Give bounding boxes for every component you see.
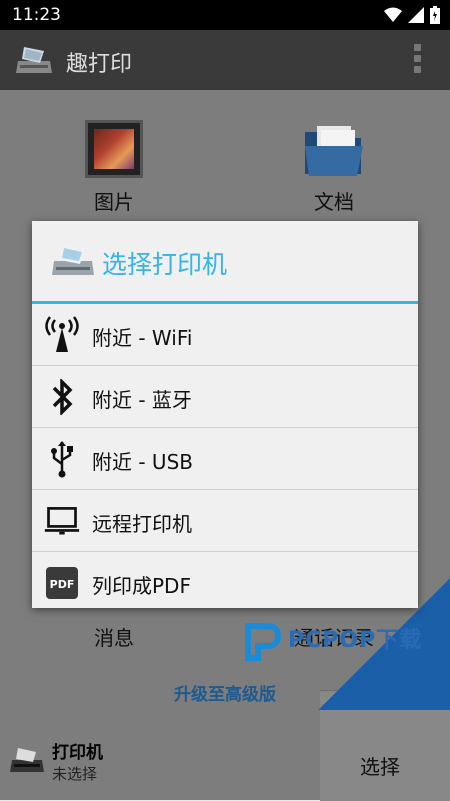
- wifi-signal-icon: [384, 7, 402, 22]
- pdf-icon: PDF: [46, 567, 78, 599]
- printer-dialog-icon: [52, 245, 94, 275]
- battery-icon: [430, 6, 440, 24]
- status-bar: 11:23: [0, 0, 450, 30]
- wifi-antenna-icon: [45, 316, 79, 352]
- laptop-icon: [44, 507, 80, 535]
- grid-item-label: 消息: [94, 626, 134, 650]
- svg-text:PDF: PDF: [50, 578, 75, 591]
- usb-icon: [51, 441, 73, 478]
- option-label: 远程打印机: [92, 512, 192, 536]
- select-printer-dialog: 选择打印机 附近 - WiFi 附近 - 蓝牙 附近 - USB 远程打印机 P…: [32, 221, 418, 608]
- option-label: 附近 - WiFi: [92, 326, 193, 350]
- option-nearby-usb[interactable]: 附近 - USB: [32, 428, 418, 490]
- printer-icon: [10, 748, 44, 772]
- overflow-menu-icon[interactable]: [414, 44, 422, 76]
- app-bar: 趣打印: [0, 30, 450, 90]
- grid-item-pictures[interactable]: 图片: [54, 120, 174, 215]
- option-label: 列印成PDF: [92, 574, 191, 598]
- grid-item-messages[interactable]: 消息: [54, 614, 174, 651]
- printer-label: 打印机: [52, 743, 103, 763]
- watermark-text: PCPOP下载: [288, 628, 423, 653]
- dialog-header: 选择打印机: [32, 221, 418, 304]
- clock: 11:23: [12, 5, 61, 25]
- grid-item-label: 图片: [94, 190, 134, 214]
- grid-item-label: 文档: [314, 190, 354, 214]
- grid-item-documents[interactable]: 文档: [274, 120, 394, 215]
- option-nearby-bluetooth[interactable]: 附近 - 蓝牙: [32, 366, 418, 428]
- bluetooth-icon: [52, 379, 73, 415]
- watermark-logo-icon: [245, 623, 282, 661]
- option-label: 附近 - USB: [92, 450, 193, 474]
- option-remote-printer[interactable]: 远程打印机: [32, 490, 418, 552]
- folder-icon: [305, 126, 363, 176]
- app-title: 趣打印: [66, 52, 133, 77]
- option-nearby-wifi[interactable]: 附近 - WiFi: [32, 304, 418, 366]
- option-label: 附近 - 蓝牙: [92, 388, 192, 412]
- option-print-to-pdf[interactable]: PDF 列印成PDF: [32, 552, 418, 613]
- printer-status[interactable]: 打印机 未选择: [0, 730, 450, 800]
- printer-state: 未选择: [52, 765, 98, 783]
- cell-signal-icon: [408, 7, 424, 23]
- dialog-title: 选择打印机: [102, 250, 228, 279]
- picture-icon: [85, 120, 143, 178]
- printer-logo-icon: [16, 47, 52, 73]
